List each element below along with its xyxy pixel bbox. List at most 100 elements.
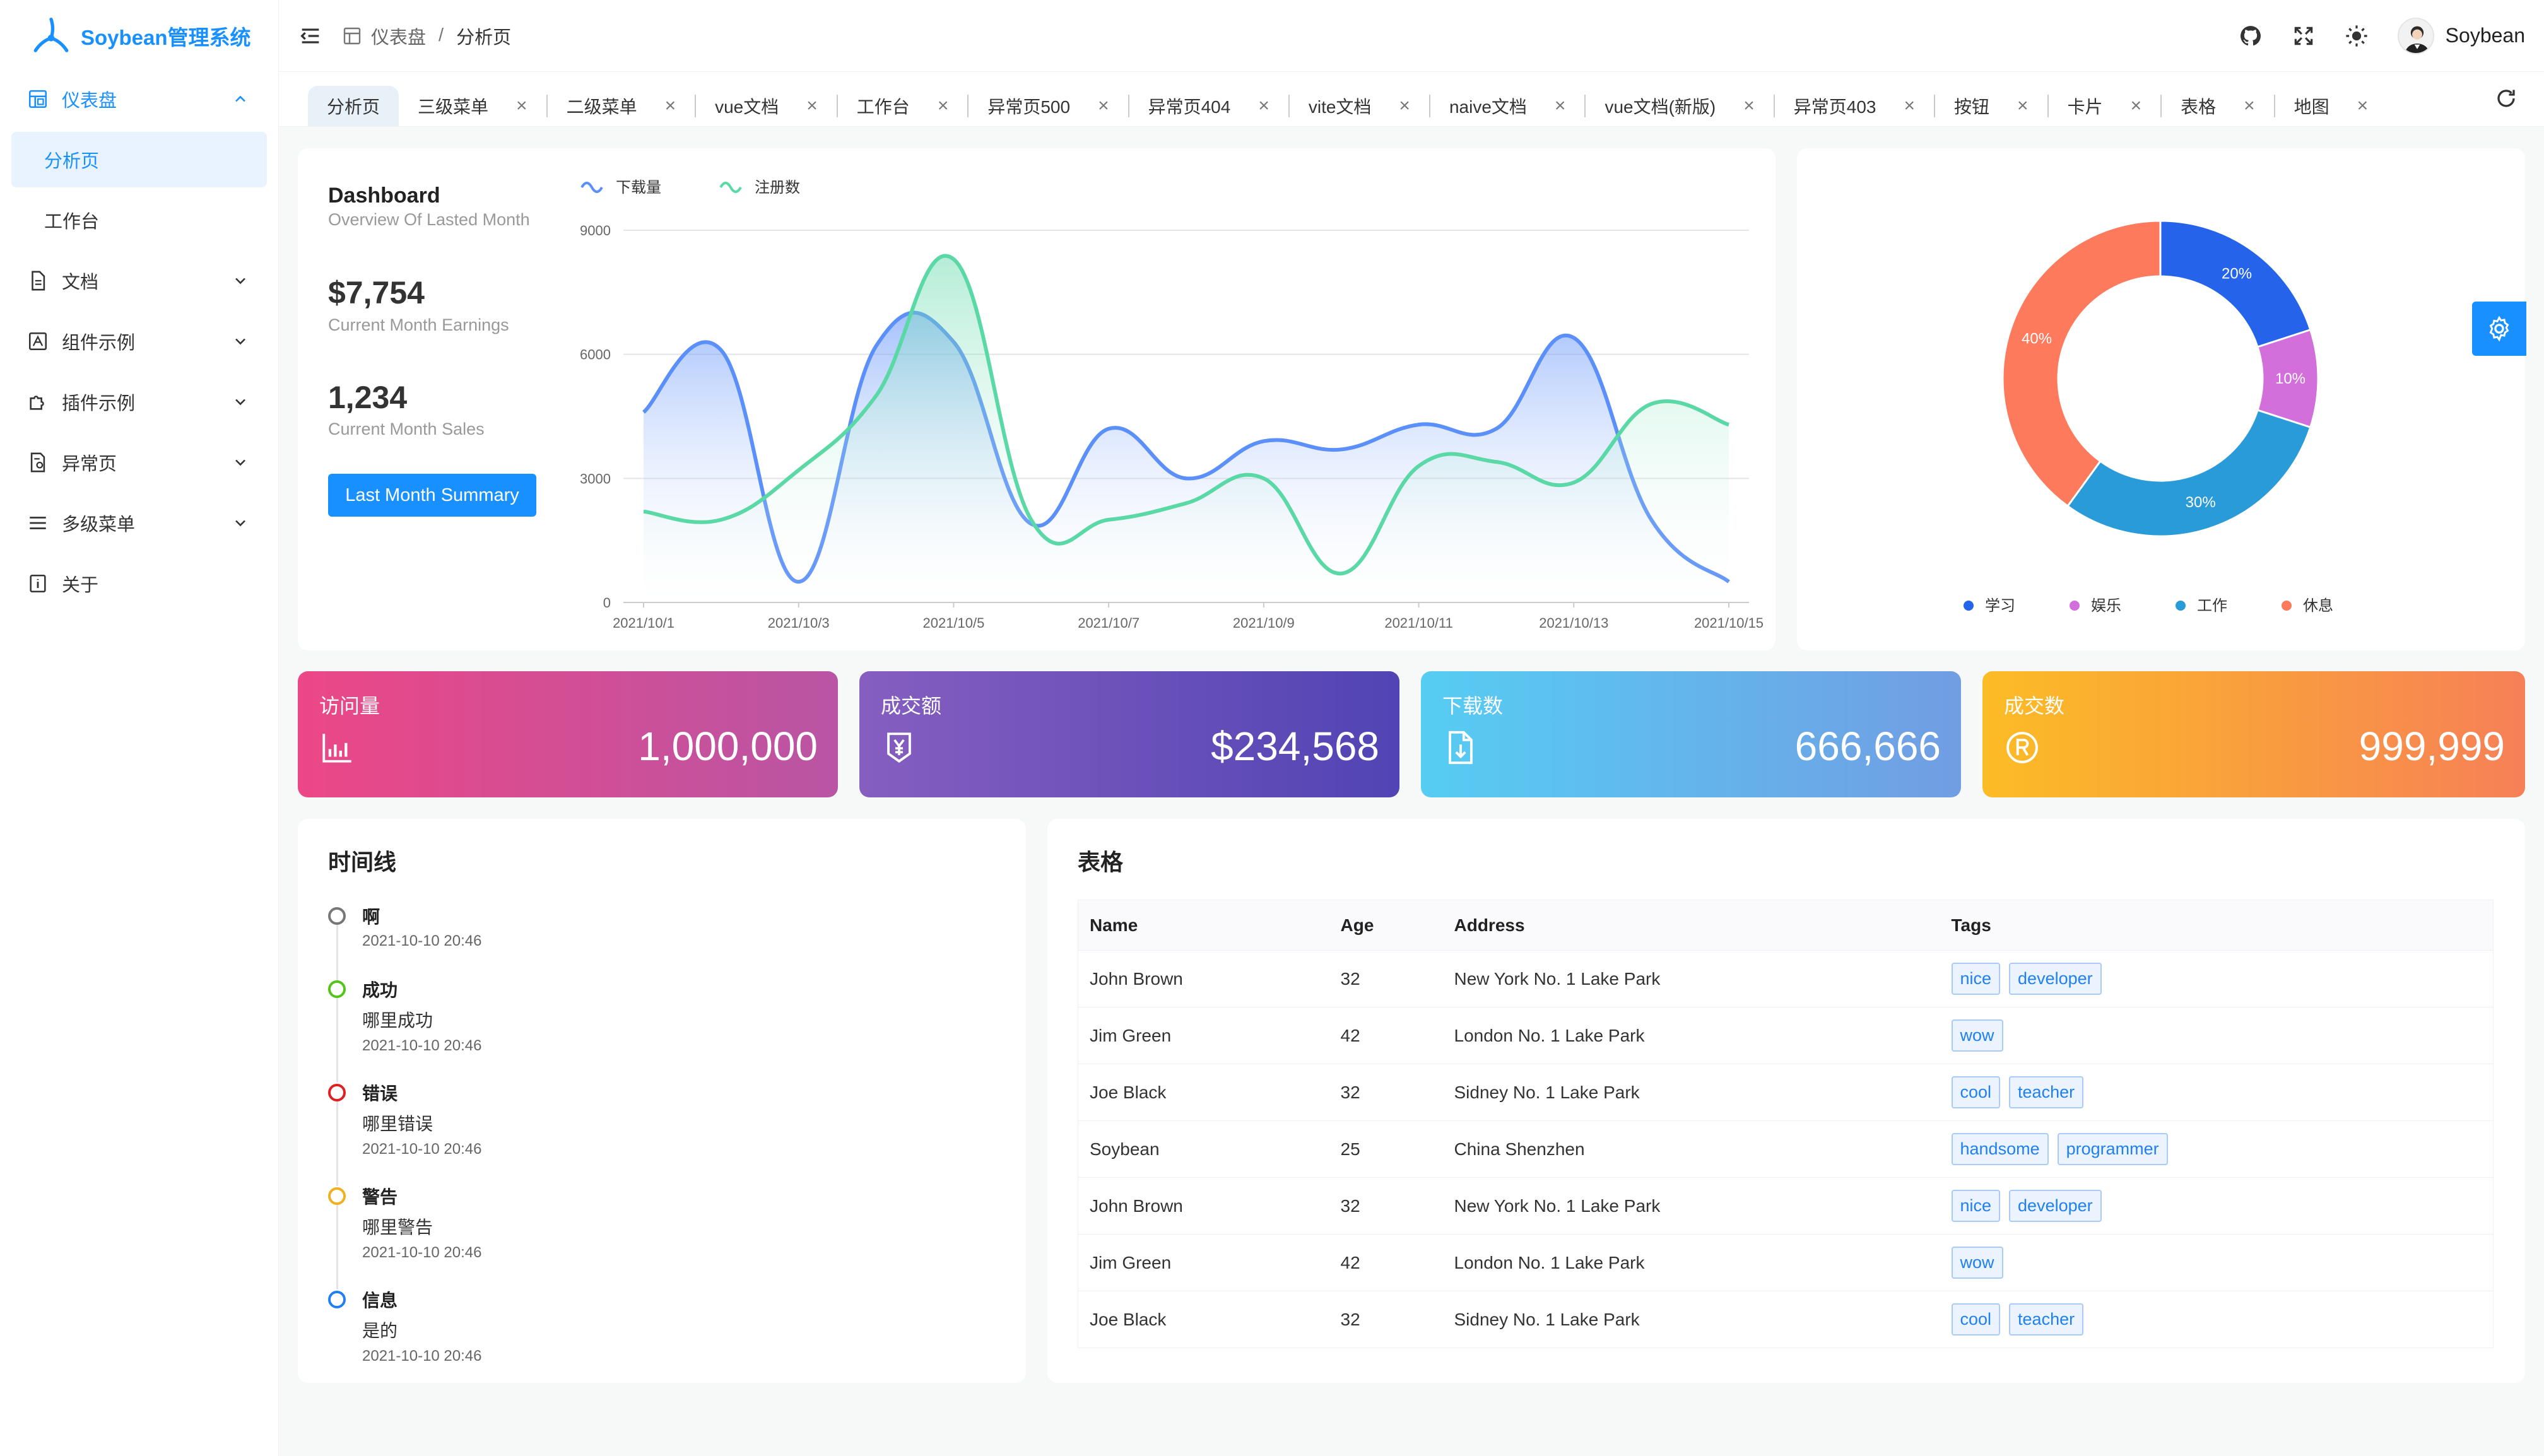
stat-value: 666,666 — [1794, 724, 1941, 769]
stat-value: 1,000,000 — [638, 724, 818, 769]
sidebar-item-components[interactable]: 组件示例 — [11, 314, 267, 369]
tab-level3-menu[interactable]: 三级菜单 × — [399, 86, 546, 126]
breadcrumb-item-analysis[interactable]: 分析页 — [456, 23, 511, 49]
cell-tags: wow — [1940, 1234, 2494, 1291]
tab-vue-docs[interactable]: vue文档 × — [696, 86, 837, 126]
legend-label[interactable]: 学习 — [1985, 597, 2015, 614]
tag: programmer — [2057, 1133, 2168, 1165]
cell-name: Joe Black — [1078, 1064, 1329, 1121]
tab-label: naive文档 — [1449, 97, 1527, 117]
sidebar-item-about[interactable]: 关于 — [11, 556, 267, 611]
tab-card[interactable]: 卡片 × — [2049, 86, 2161, 126]
timeline-item: 信息 是的 2021-10-10 20:46 — [328, 1287, 707, 1375]
table-row: John Brown 32 New York No. 1 Lake Park n… — [1078, 1177, 2494, 1235]
tab-naive-docs[interactable]: naive文档 × — [1430, 86, 1584, 126]
tab-workbench[interactable]: 工作台 × — [838, 86, 968, 126]
sidebar-item-label: 文档 — [62, 273, 99, 293]
legend-label[interactable]: 娱乐 — [2091, 597, 2121, 614]
tag: teacher — [2009, 1076, 2084, 1108]
column-header-address[interactable]: Address — [1442, 900, 1940, 951]
close-icon[interactable]: × — [1399, 95, 1410, 117]
cell-age: 32 — [1329, 950, 1443, 1007]
tab-button[interactable]: 按钮 × — [1935, 86, 2047, 126]
close-icon[interactable]: × — [2131, 95, 2142, 117]
tab-map[interactable]: 地图 × — [2275, 86, 2388, 126]
cell-address: New York No. 1 Lake Park — [1442, 1177, 1940, 1235]
github-icon[interactable] — [2239, 24, 2263, 48]
tab-exception-404[interactable]: 异常页404 × — [1129, 86, 1288, 126]
timeline-item: 啊 2021-10-10 20:46 — [328, 903, 707, 979]
tag: nice — [1951, 1190, 2001, 1222]
settings-button[interactable] — [2472, 302, 2526, 356]
close-icon[interactable]: × — [806, 95, 818, 117]
legend-symbol — [719, 182, 742, 193]
breadcrumb-item-dashboard[interactable]: 仪表盘 — [371, 23, 426, 49]
cell-tags: nice developer — [1940, 1177, 2494, 1235]
sidebar-item-multi-menu[interactable]: 多级菜单 — [11, 495, 267, 551]
legend-label[interactable]: 下载量 — [616, 179, 661, 196]
close-icon[interactable]: × — [938, 95, 949, 117]
username: Soybean — [2445, 24, 2525, 47]
legend-label[interactable]: 注册数 — [755, 179, 800, 196]
close-icon[interactable]: × — [2244, 95, 2255, 117]
pie-slice-label: 30% — [2186, 494, 2216, 511]
tab-vue-docs-new[interactable]: vue文档(新版) × — [1586, 86, 1773, 126]
close-icon[interactable]: × — [2357, 95, 2369, 117]
cell-age: 42 — [1329, 1007, 1443, 1064]
legend-label[interactable]: 工作 — [2197, 597, 2227, 614]
sun-icon[interactable] — [2345, 24, 2369, 48]
column-header-tags[interactable]: Tags — [1940, 900, 2494, 951]
close-icon[interactable]: × — [516, 95, 527, 117]
sidebar-item-plugins[interactable]: 插件示例 — [11, 374, 267, 430]
column-header-age[interactable]: Age — [1329, 900, 1443, 951]
timeline-item-time: 2021-10-10 20:46 — [362, 932, 482, 949]
close-icon[interactable]: × — [665, 95, 676, 117]
close-icon[interactable]: × — [1743, 95, 1755, 117]
close-icon[interactable]: × — [1098, 95, 1109, 117]
app-logo[interactable]: Soybean管理系统 — [0, 0, 278, 71]
pie-card: 20% 10% 30% 40% 学习 娱乐 工作 休息 — [1797, 148, 2525, 650]
tab-analysis[interactable]: 分析页 — [308, 86, 399, 126]
pie-slice[interactable] — [2001, 220, 2162, 508]
sidebar-item-label: 异常页 — [62, 454, 117, 474]
table-row: Jim Green 42 London No. 1 Lake Park wow — [1078, 1234, 2494, 1291]
stat-value: 999,999 — [2358, 724, 2505, 769]
x-tick-label: 2021/10/7 — [1078, 615, 1140, 631]
tab-exception-403[interactable]: 异常页403 × — [1775, 86, 1934, 126]
cell-age: 42 — [1329, 1234, 1443, 1291]
close-icon[interactable]: × — [1555, 95, 1566, 117]
timeline-item-title: 信息 — [362, 1291, 398, 1310]
sidebar-item-dashboard[interactable]: 仪表盘 — [11, 71, 267, 127]
data-table: Name Age Address Tags John Brown 32 New … — [1078, 900, 2494, 1348]
tab-table[interactable]: 表格 × — [2162, 86, 2274, 126]
tab-label: 卡片 — [2067, 97, 2103, 117]
y-tick-label: 6000 — [580, 347, 611, 363]
refresh-icon[interactable] — [2495, 87, 2518, 110]
pie-slice[interactable] — [2159, 220, 2312, 348]
cell-name: John Brown — [1078, 950, 1329, 1007]
tab-label: vue文档 — [715, 97, 779, 117]
chevron-down-icon — [235, 278, 245, 285]
cell-name: Jim Green — [1078, 1234, 1329, 1291]
close-icon[interactable]: × — [1258, 95, 1269, 117]
sidebar-item-analysis[interactable]: 分析页 — [11, 132, 267, 187]
menu-fold-icon[interactable] — [298, 23, 323, 49]
sidebar-item-document[interactable]: 文档 — [11, 253, 267, 308]
tab-level2-menu[interactable]: 二级菜单 × — [548, 86, 695, 126]
stat-label: 成交额 — [881, 695, 942, 717]
tab-vite-docs[interactable]: vite文档 × — [1290, 86, 1429, 126]
pie-slice[interactable] — [2066, 409, 2312, 537]
sidebar-item-label: 插件示例 — [62, 394, 136, 414]
tab-exception-500[interactable]: 异常页500 × — [969, 86, 1128, 126]
cell-tags: cool teacher — [1940, 1291, 2494, 1348]
sidebar-item-exception[interactable]: 异常页 — [11, 435, 267, 490]
user-menu[interactable]: Soybean — [2397, 17, 2525, 54]
column-header-name[interactable]: Name — [1078, 900, 1329, 951]
sidebar-item-workbench[interactable]: 工作台 — [11, 192, 267, 248]
close-icon[interactable]: × — [2017, 95, 2029, 117]
fullscreen-icon[interactable] — [2292, 24, 2316, 48]
close-icon[interactable]: × — [1904, 95, 1915, 117]
pie-slice-label: 40% — [2022, 330, 2052, 347]
dashboard-icon — [343, 27, 361, 44]
legend-label[interactable]: 休息 — [2303, 597, 2333, 614]
